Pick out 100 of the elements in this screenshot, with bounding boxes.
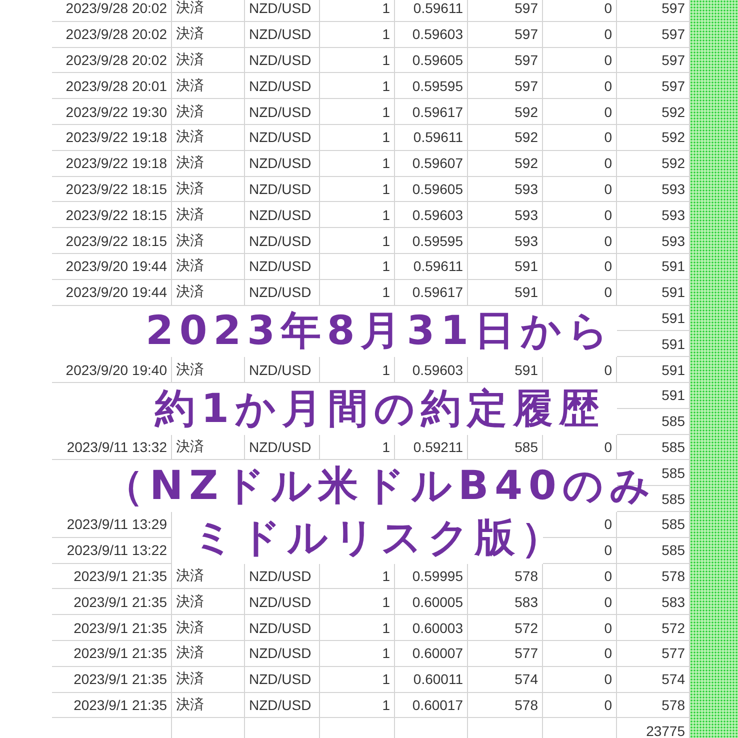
table-cell: NZD/USD xyxy=(245,99,320,125)
table-cell: 1 xyxy=(320,564,395,590)
table-cell: 0.59595 xyxy=(395,73,468,100)
table-cell: 決済 xyxy=(172,254,245,280)
table-cell: 583 xyxy=(468,589,543,616)
table-cell: 2023/9/28 20:02 xyxy=(52,48,172,74)
table-cell: 2023/9/20 19:40 xyxy=(52,357,172,383)
table-cell: 0 xyxy=(543,0,617,22)
table-cell: 0 xyxy=(543,589,617,616)
table-cell: 決済 xyxy=(172,124,245,151)
table-cell: NZD/USD xyxy=(245,357,320,383)
table-cell: 0.59607 xyxy=(395,150,468,177)
table-cell: 0.59611 xyxy=(395,0,468,22)
table-cell: 0.59611 xyxy=(395,124,468,151)
table-cell: NZD/USD xyxy=(245,666,320,693)
table-cell: 577 xyxy=(468,640,543,667)
table-cell: 1 xyxy=(320,48,395,74)
table-cell: 0.59603 xyxy=(395,202,468,228)
table-cell: NZD/USD xyxy=(245,280,320,306)
table-cell: 0.60005 xyxy=(395,589,468,616)
table-cell: 決済 xyxy=(172,640,245,667)
table-cell: 0.59603 xyxy=(395,357,468,383)
table-cell: 0.59605 xyxy=(395,48,468,74)
table-cell: 2023/9/22 19:18 xyxy=(52,124,172,151)
table-cell: 0 xyxy=(543,99,617,125)
table-cell: 591 xyxy=(468,254,543,280)
table-cell: 決済 xyxy=(172,666,245,693)
table-cell: 2023/9/28 20:02 xyxy=(52,0,172,22)
table-cell: 1 xyxy=(320,666,395,693)
table-cell: 2023/9/11 13:32 xyxy=(52,434,172,460)
table-cell: 決済 xyxy=(172,615,245,641)
table-cell: NZD/USD xyxy=(245,73,320,100)
table-cell: 決済 xyxy=(172,564,245,590)
table-cell: 2023/9/22 19:18 xyxy=(52,150,172,177)
table-cell: 決済 xyxy=(172,692,245,718)
table-cell: 597 xyxy=(468,22,543,48)
table-cell: 0 xyxy=(543,564,617,590)
table-cell: 決済 xyxy=(172,73,245,100)
table-cell: 0 xyxy=(543,434,617,460)
table-cell: 2023/9/28 20:01 xyxy=(52,73,172,100)
table-cell: NZD/USD xyxy=(245,254,320,280)
table-cell: NZD/USD xyxy=(245,176,320,202)
table-cell: 1 xyxy=(320,357,395,383)
table-cell: 1 xyxy=(320,228,395,254)
table-cell: 578 xyxy=(468,564,543,590)
table-cell: 1 xyxy=(320,589,395,616)
table-cell: 決済 xyxy=(172,228,245,254)
table-cell: NZD/USD xyxy=(245,48,320,74)
table-cell: 0.59595 xyxy=(395,228,468,254)
table-cell: 2023/9/20 19:44 xyxy=(52,280,172,306)
table-cell: 2023/9/1 21:35 xyxy=(52,564,172,590)
table-cell: 574 xyxy=(468,666,543,693)
table-cell: 0.59617 xyxy=(395,280,468,306)
table-cell: 2023/9/20 19:44 xyxy=(52,254,172,280)
table-cell: 0.59995 xyxy=(395,564,468,590)
table-cell: 0 xyxy=(543,228,617,254)
table-cell: NZD/USD xyxy=(245,589,320,616)
table-cell: 0.60011 xyxy=(395,666,468,693)
table-cell: 597 xyxy=(468,0,543,22)
table-cell: NZD/USD xyxy=(245,202,320,228)
table-cell: 0 xyxy=(543,254,617,280)
table-cell: 1 xyxy=(320,22,395,48)
table-cell: 1 xyxy=(320,254,395,280)
caption-text: 2023年8月31日から xyxy=(146,307,614,356)
table-cell: 591 xyxy=(468,280,543,306)
table-cell: 0 xyxy=(543,640,617,667)
table-cell: 2023/9/1 21:35 xyxy=(52,666,172,693)
table-cell: 585 xyxy=(468,434,543,460)
table-cell: 1 xyxy=(320,202,395,228)
table-cell: 0.59211 xyxy=(395,434,468,460)
table-cell: 2023/9/11 13:22 xyxy=(52,538,172,564)
table-cell: 592 xyxy=(468,99,543,125)
table-cell: 2023/9/1 21:35 xyxy=(52,692,172,718)
caption-text: 約1か月間の約定履歴 xyxy=(155,384,605,432)
table-cell: NZD/USD xyxy=(245,150,320,177)
table-cell: 0 xyxy=(543,357,617,383)
table-cell: 597 xyxy=(468,73,543,100)
table-cell: 597 xyxy=(468,48,543,74)
table-cell: 決済 xyxy=(172,48,245,74)
table-cell: NZD/USD xyxy=(245,692,320,718)
table-cell: 2023/9/22 18:15 xyxy=(52,202,172,228)
table-cell: 決済 xyxy=(172,357,245,383)
table-cell: 0.59617 xyxy=(395,99,468,125)
table-cell: 572 xyxy=(468,615,543,641)
table-cell: 決済 xyxy=(172,22,245,48)
table-cell: 0 xyxy=(543,666,617,693)
table-cell: 2023/9/1 21:35 xyxy=(52,615,172,641)
table-cell: 0 xyxy=(543,615,617,641)
table-cell: 1 xyxy=(320,280,395,306)
table-cell: 決済 xyxy=(172,150,245,177)
table-cell: 1 xyxy=(320,124,395,151)
table-cell: 2023/9/28 20:02 xyxy=(52,22,172,48)
table-cell: 1 xyxy=(320,615,395,641)
table-cell: 0 xyxy=(543,124,617,151)
table-cell: NZD/USD xyxy=(245,615,320,641)
table-cell: 1 xyxy=(320,692,395,718)
table-cell: 0 xyxy=(543,22,617,48)
table-cell: 592 xyxy=(468,124,543,151)
table-cell: 0.60003 xyxy=(395,615,468,641)
table-cell: 593 xyxy=(468,176,543,202)
